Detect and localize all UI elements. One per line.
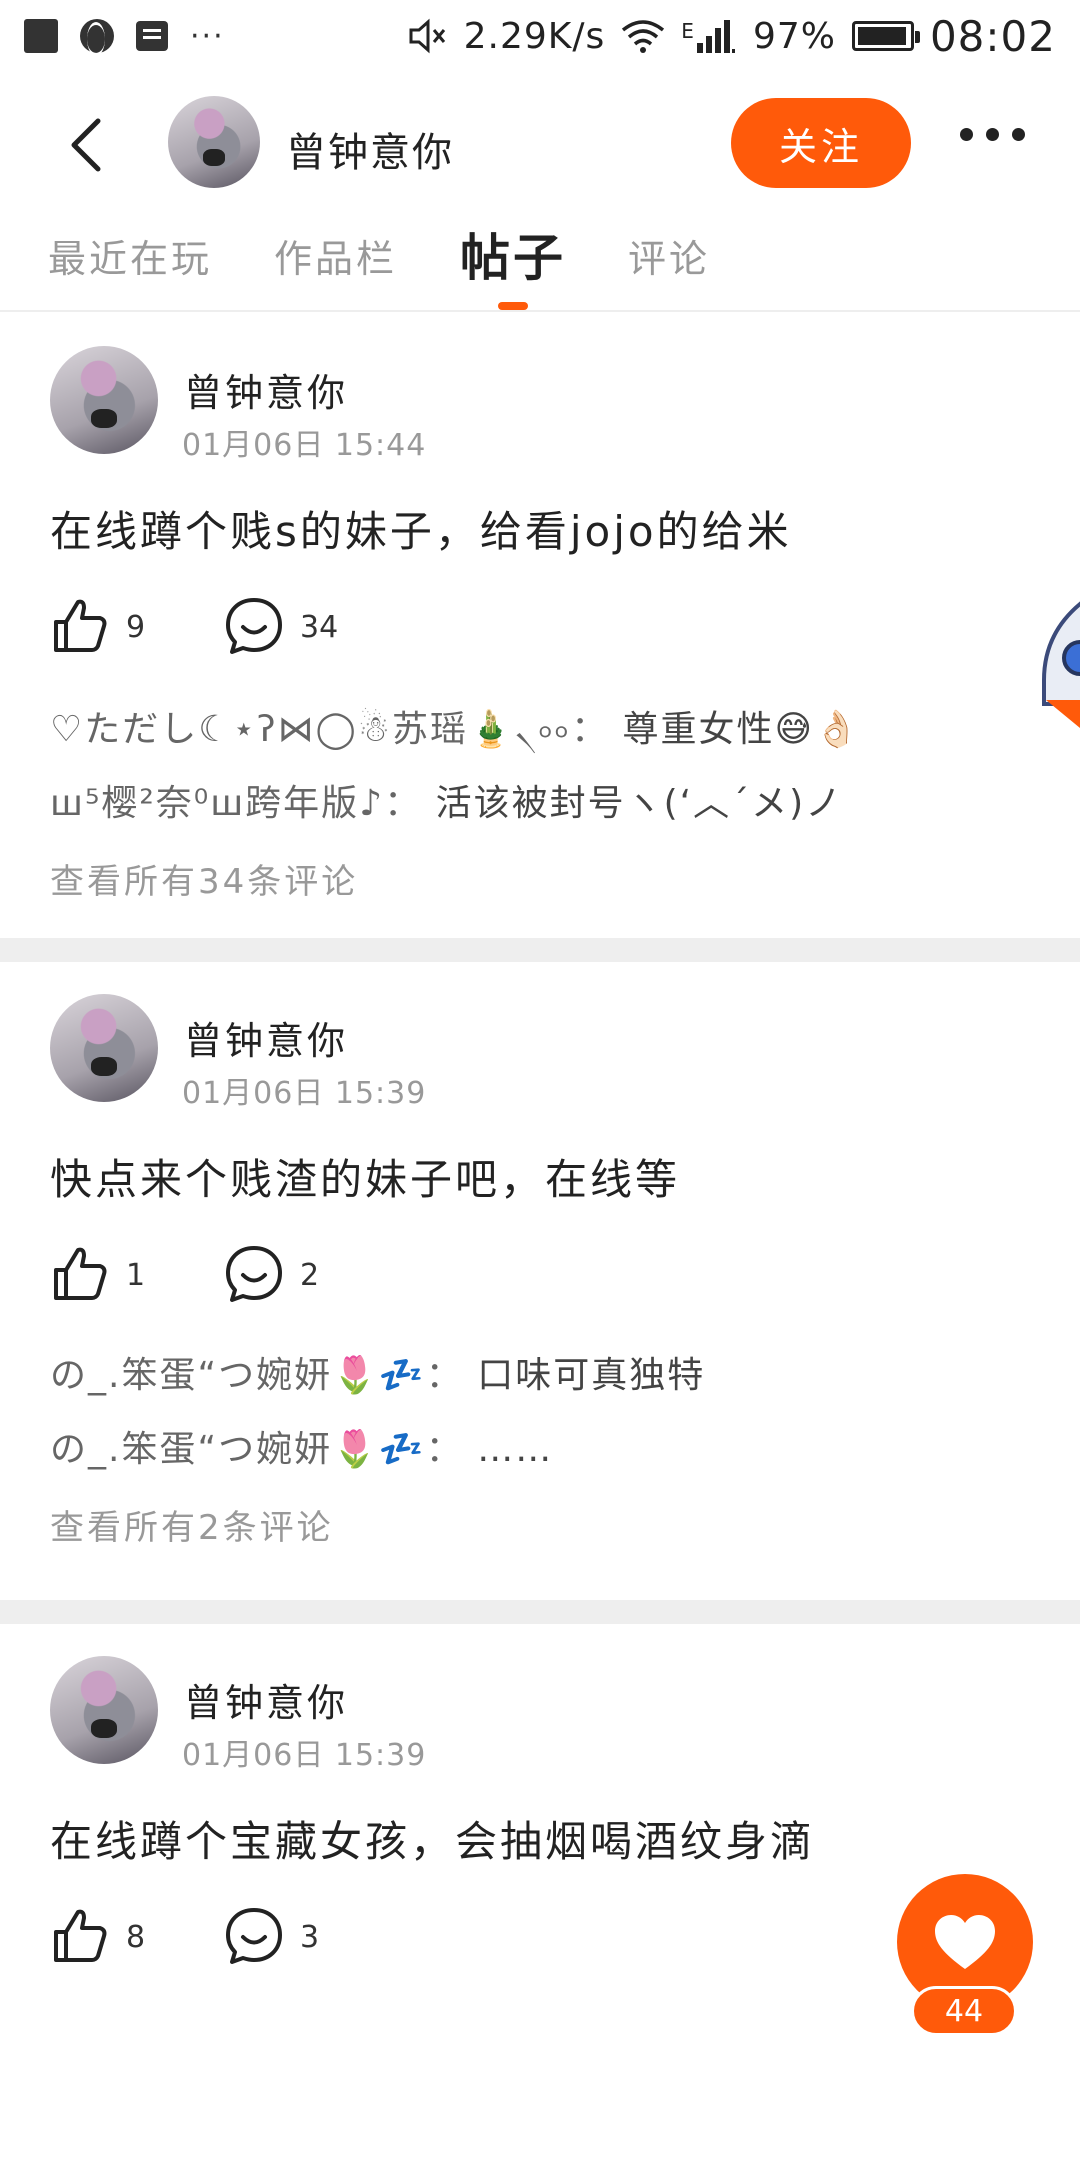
dot-icon <box>1012 128 1025 141</box>
post-author[interactable]: 曾钟意你 <box>184 1672 348 1727</box>
avatar[interactable] <box>168 96 260 188</box>
like-count: 1 <box>126 1258 146 1293</box>
post-actions: 8 3 <box>50 1902 650 1972</box>
mute-icon <box>409 18 445 54</box>
commenter-name: ♡ただし☾⋆ʔ⋈◯☃苏瑶🎍৲৹৹： <box>50 709 610 750</box>
tab-recently-played[interactable]: 最近在玩 <box>48 228 212 283</box>
profile-header: 曾钟意你 关注 <box>0 90 1080 200</box>
post-content[interactable]: 在线蹲个贱s的妹子，给看jojo的给米 <box>50 498 792 559</box>
commenter-name: ꟺ⁵樱²奈⁰ꟺ跨年版♪： <box>50 783 423 824</box>
post-actions: 1 2 <box>50 1240 650 1310</box>
active-tab-indicator <box>498 302 528 310</box>
wifi-icon <box>622 20 665 53</box>
thumbs-up-icon[interactable] <box>50 1244 110 1304</box>
back-button[interactable] <box>56 112 116 178</box>
comment-preview[interactable]: の_.笨蛋“つ婉妍🌷💤： 口味可真独特 <box>50 1346 705 1398</box>
view-all-comments-link[interactable]: 查看所有2条评论 <box>50 1500 334 1549</box>
net-speed: 2.29K/s <box>463 15 606 57</box>
tab-posts[interactable]: 帖子 <box>460 218 566 290</box>
comment-text: 活该被封号ヽ(‘︿´メ)ノ <box>435 783 844 824</box>
post-actions: 9 34 <box>50 592 650 662</box>
post-timestamp: 01月06日 15:39 <box>182 1738 427 1773</box>
comment-count: 2 <box>300 1258 320 1293</box>
network-type: E <box>681 19 694 43</box>
post-author[interactable]: 曾钟意你 <box>184 1010 348 1065</box>
avatar[interactable] <box>50 346 158 454</box>
dot-icon <box>986 128 999 141</box>
comment-text: …… <box>477 1429 554 1470</box>
comment-preview[interactable]: ꟺ⁵樱²奈⁰ꟺ跨年版♪： 活该被封号ヽ(‘︿´メ)ノ <box>50 774 843 826</box>
commenter-name: の_.笨蛋“つ婉妍🌷💤： <box>50 1355 464 1396</box>
post-content[interactable]: 在线蹲个宝藏女孩，会抽烟喝酒纹身滴 <box>50 1808 815 1869</box>
heart-icon <box>935 1915 995 1969</box>
more-notifications-icon: ··· <box>190 18 225 54</box>
thumbs-up-icon[interactable] <box>50 1906 110 1966</box>
message-icon <box>136 21 168 51</box>
thumbs-up-icon[interactable] <box>50 596 110 656</box>
floating-like-count: 44 <box>911 1986 1017 2036</box>
avatar[interactable] <box>50 994 158 1102</box>
more-options-button[interactable] <box>960 128 1025 141</box>
comment-count: 34 <box>300 610 339 645</box>
back-arrow-icon <box>71 118 101 172</box>
tab-works[interactable]: 作品栏 <box>274 228 397 283</box>
comment-icon[interactable] <box>224 1244 284 1304</box>
profile-username: 曾钟意你 <box>286 130 454 176</box>
like-count: 9 <box>126 610 146 645</box>
comment-icon[interactable] <box>224 1906 284 1966</box>
battery-percent: 97% <box>752 15 836 57</box>
comment-preview[interactable]: の_.笨蛋“つ婉妍🌷💤： …… <box>50 1420 553 1472</box>
like-count: 8 <box>126 1920 146 1955</box>
comment-preview[interactable]: ♡ただし☾⋆ʔ⋈◯☃苏瑶🎍৲৹৹： 尊重女性😅👌🏻 <box>50 700 861 762</box>
post-timestamp: 01月06日 15:44 <box>182 428 427 463</box>
follow-button[interactable]: 关注 <box>731 98 911 188</box>
section-divider <box>0 1600 1080 1624</box>
rocket-float-icon[interactable] <box>1040 600 1080 730</box>
dot-icon <box>960 128 973 141</box>
profile-posts-screen: ··· 2.29K/s E 97% 08:02 曾钟意你 关注 最近在玩 作品栏… <box>0 0 1080 2160</box>
clock: 08:02 <box>929 11 1056 61</box>
comment-icon[interactable] <box>224 596 284 656</box>
view-all-comments-link[interactable]: 查看所有34条评论 <box>50 854 358 903</box>
post-timestamp: 01月06日 15:39 <box>182 1076 427 1111</box>
comment-text: 口味可真独特 <box>477 1355 706 1396</box>
signal-icon: E <box>681 19 737 53</box>
profile-tabs: 最近在玩 作品栏 帖子 评论 <box>0 210 1080 312</box>
comment-count: 3 <box>300 1920 320 1955</box>
notification-square-icon <box>24 19 58 53</box>
battery-icon <box>851 21 920 51</box>
tab-comments[interactable]: 评论 <box>628 228 710 283</box>
post-card[interactable]: 曾钟意你 01月06日 15:44 在线蹲个贱s的妹子，给看jojo的给米 9 … <box>0 314 1080 938</box>
avatar[interactable] <box>50 1656 158 1764</box>
post-content[interactable]: 快点来个贱渣的妹子吧，在线等 <box>50 1146 680 1207</box>
section-divider <box>0 938 1080 962</box>
status-bar: ··· 2.29K/s E 97% 08:02 <box>0 0 1080 72</box>
post-card[interactable]: 曾钟意你 01月06日 15:39 快点来个贱渣的妹子吧，在线等 1 2 の_.… <box>0 962 1080 1600</box>
commenter-name: の_.笨蛋“つ婉妍🌷💤： <box>50 1429 464 1470</box>
post-author[interactable]: 曾钟意你 <box>184 362 348 417</box>
comment-text: 尊重女性😅👌🏻 <box>622 709 861 750</box>
globe-icon <box>80 19 114 56</box>
